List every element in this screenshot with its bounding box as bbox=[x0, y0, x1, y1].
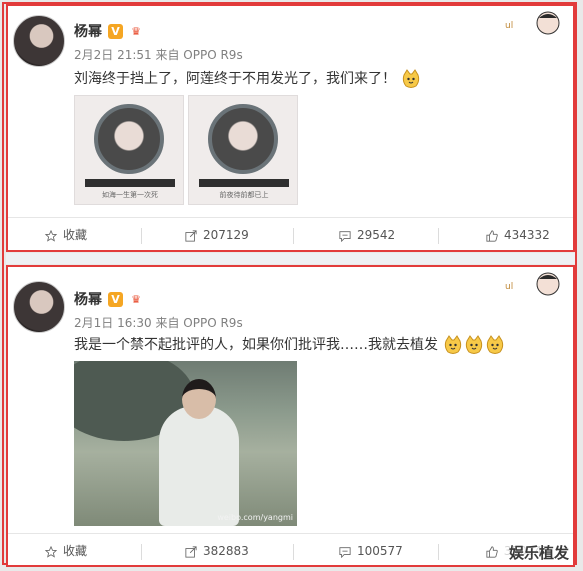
post-text: 我是一个禁不起批评的人，如果你们批评我……我就去植发 bbox=[74, 334, 505, 355]
cat-emoji-icon bbox=[466, 335, 483, 354]
comment-button[interactable]: 100577 bbox=[338, 534, 403, 568]
star-icon bbox=[44, 229, 58, 242]
image-caption: 前夜待前都已上 bbox=[219, 191, 269, 199]
post-separator bbox=[6, 253, 575, 264]
author-name[interactable]: 杨幂 bbox=[74, 289, 102, 309]
divider bbox=[438, 228, 439, 244]
cat-emoji-icon bbox=[445, 335, 462, 354]
image-banner bbox=[199, 179, 289, 187]
favorite-label: 收藏 bbox=[63, 228, 88, 242]
image-banner bbox=[85, 179, 175, 187]
svg-text:ul: ul bbox=[505, 282, 513, 292]
action-bar: 收藏 382883 100577 350247 bbox=[8, 533, 573, 568]
post-image-1[interactable]: 如海一生第一次死 bbox=[74, 95, 184, 205]
vip-crown-icon: ♛ bbox=[131, 293, 141, 306]
avatar[interactable] bbox=[13, 281, 65, 333]
portrait-ring bbox=[94, 104, 164, 174]
vip-crown-icon: ♛ bbox=[131, 25, 141, 38]
divider bbox=[141, 544, 142, 560]
cat-emoji-icon bbox=[487, 335, 504, 354]
verified-badge: V bbox=[108, 292, 123, 307]
thumbs-up-icon bbox=[486, 545, 498, 558]
divider bbox=[438, 544, 439, 560]
verified-badge: V bbox=[108, 24, 123, 39]
favorite-label: 收藏 bbox=[63, 544, 88, 558]
favorite-button[interactable]: 收藏 bbox=[44, 218, 87, 252]
card-corner-decoration: ul bbox=[505, 11, 560, 35]
action-bar: 收藏 207129 29542 434332 bbox=[8, 217, 573, 252]
share-icon bbox=[185, 229, 197, 242]
wechat-watermark: 娱乐植发 bbox=[504, 542, 573, 563]
avatar[interactable] bbox=[13, 15, 65, 67]
repost-button[interactable]: 382883 bbox=[184, 534, 249, 568]
comment-icon bbox=[339, 230, 351, 242]
like-count: 434332 bbox=[504, 228, 550, 242]
comment-button[interactable]: 29542 bbox=[338, 218, 395, 252]
photo-head bbox=[182, 379, 216, 419]
post-text-body: 刘海终于挡上了，阿莲终于不用发光了，我们来了！ bbox=[74, 71, 396, 87]
repost-count: 207129 bbox=[203, 228, 249, 242]
comment-count: 29542 bbox=[357, 228, 396, 242]
star-icon bbox=[44, 545, 58, 558]
card-corner-decoration: ul bbox=[505, 272, 560, 296]
image-caption: 如海一生第一次死 bbox=[102, 191, 158, 199]
divider bbox=[293, 544, 294, 560]
repost-count: 382883 bbox=[203, 544, 249, 558]
post-text-body: 我是一个禁不起批评的人，如果你们批评我……我就去植发 bbox=[74, 337, 438, 353]
divider bbox=[293, 228, 294, 244]
weibo-post-1: 杨幂 V ♛ ul 2月2日 21:51 来自 OPPO R9s 刘海终于挡上了… bbox=[6, 4, 575, 252]
like-button[interactable]: 434332 bbox=[485, 218, 550, 252]
cat-emoji-icon bbox=[403, 69, 420, 88]
divider bbox=[141, 228, 142, 244]
thumbs-up-icon bbox=[486, 229, 498, 242]
share-icon bbox=[185, 545, 197, 558]
post-photo[interactable]: weibo.com/yangmi bbox=[74, 361, 297, 526]
post-text: 刘海终于挡上了，阿莲终于不用发光了，我们来了！ bbox=[74, 68, 421, 89]
weibo-post-2: 杨幂 V ♛ ul 2月1日 16:30 来自 OPPO R9s 我是一个禁不起… bbox=[6, 265, 575, 567]
photo-figure bbox=[159, 406, 239, 526]
comment-icon bbox=[339, 546, 351, 558]
comment-count: 100577 bbox=[357, 544, 403, 558]
portrait-ring bbox=[208, 104, 278, 174]
author-name[interactable]: 杨幂 bbox=[74, 21, 102, 41]
repost-button[interactable]: 207129 bbox=[184, 218, 249, 252]
post-meta: 2月2日 21:51 来自 OPPO R9s bbox=[74, 48, 243, 62]
post-image-2[interactable]: 前夜待前都已上 bbox=[188, 95, 298, 205]
post-meta: 2月1日 16:30 来自 OPPO R9s bbox=[74, 316, 243, 330]
photo-watermark: weibo.com/yangmi bbox=[217, 513, 293, 522]
favorite-button[interactable]: 收藏 bbox=[44, 534, 87, 568]
svg-text:ul: ul bbox=[505, 21, 513, 31]
